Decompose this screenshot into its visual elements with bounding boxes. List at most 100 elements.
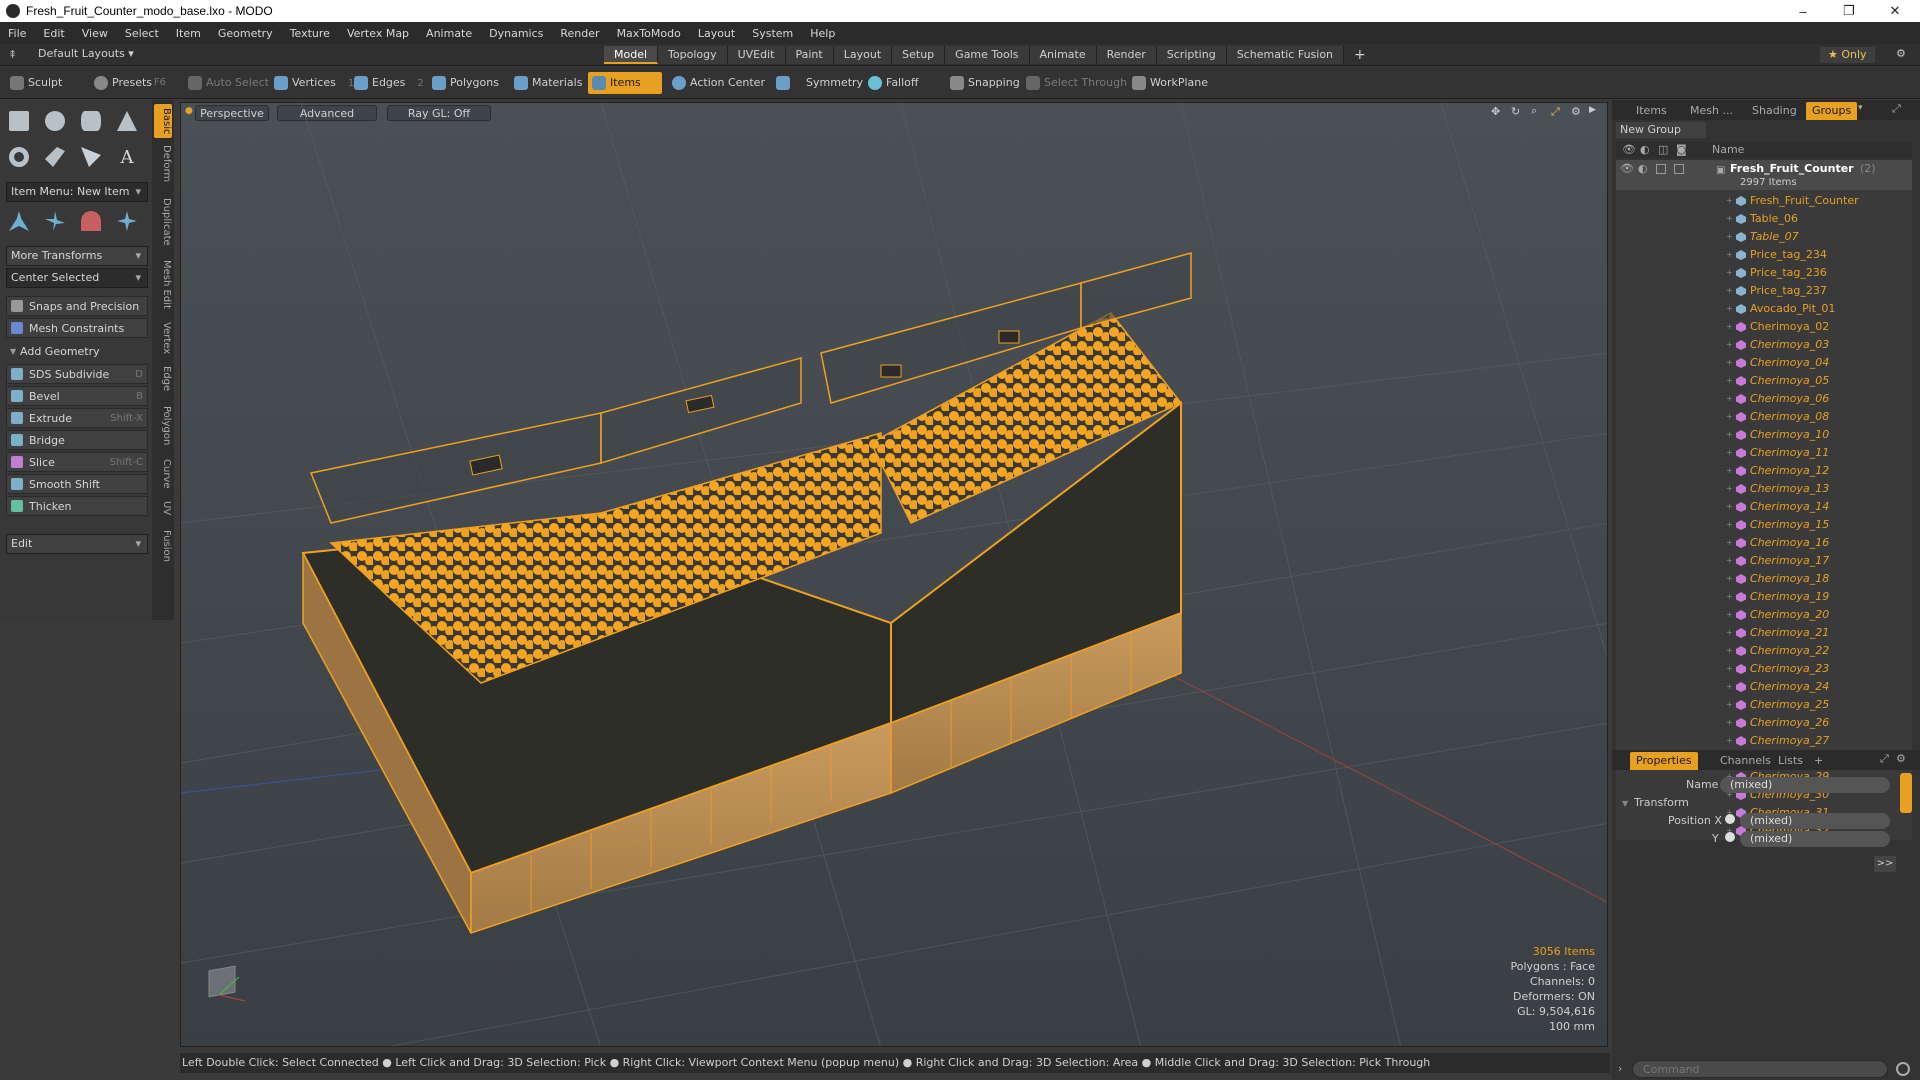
menu-vertex-map[interactable]: Vertex Map — [347, 27, 409, 40]
layout-home-icon[interactable]: ⇞ — [8, 48, 17, 61]
group-member-row[interactable]: + Cherimoya_10 — [1616, 426, 1912, 444]
expand-icon[interactable]: + — [1726, 552, 1733, 570]
vtab-fusion[interactable]: Fusion — [154, 528, 172, 564]
tab-layout[interactable]: Layout — [833, 46, 893, 64]
sphere-primitive-button[interactable] — [40, 106, 70, 136]
more-transforms-dropdown[interactable]: More Transforms — [6, 246, 148, 266]
expand-icon[interactable]: + — [1726, 462, 1733, 480]
sculpt-button[interactable]: Sculpt — [6, 72, 68, 94]
menu-dynamics[interactable]: Dynamics — [489, 27, 543, 40]
expand-icon[interactable]: + — [1726, 390, 1733, 408]
rotate-tool-button[interactable] — [40, 206, 70, 236]
expand-icon[interactable]: + — [1726, 264, 1733, 282]
minimize-button[interactable]: – — [1780, 0, 1826, 22]
group-member-row[interactable]: + Cherimoya_23 — [1616, 660, 1912, 678]
menu-layout[interactable]: Layout — [698, 27, 735, 40]
vtab-polygon[interactable]: Polygon — [154, 404, 172, 448]
menu-edit[interactable]: Edit — [43, 27, 64, 40]
group-member-row[interactable]: + Cherimoya_12 — [1616, 462, 1912, 480]
group-member-row[interactable]: + Cherimoya_20 — [1616, 606, 1912, 624]
symmetry-button[interactable]: Symmetry — [772, 72, 869, 94]
expand-icon[interactable]: + — [1726, 678, 1733, 696]
tab-shading[interactable]: Shading — [1746, 102, 1803, 120]
expand-icon[interactable]: + — [1726, 588, 1733, 606]
expand-icon[interactable]: + — [1726, 660, 1733, 678]
scale-tool-button[interactable] — [76, 206, 106, 236]
menu-item[interactable]: Item — [176, 27, 201, 40]
edit-dropdown[interactable]: Edit — [6, 534, 148, 554]
cone-primitive-button[interactable] — [112, 106, 142, 136]
group-member-row[interactable]: + Cherimoya_16 — [1616, 534, 1912, 552]
expand-icon[interactable]: + — [1726, 570, 1733, 588]
add-geometry-header[interactable]: ▼ Add Geometry — [6, 342, 148, 362]
vtab-deform[interactable]: Deform — [154, 144, 172, 184]
menu-view[interactable]: View — [82, 27, 108, 40]
vertices-button[interactable]: Vertices 1 — [270, 72, 360, 94]
tab-game-tools[interactable]: Game Tools — [945, 46, 1030, 64]
menu-select[interactable]: Select — [125, 27, 159, 40]
group-member-row[interactable]: + Cherimoya_05 — [1616, 372, 1912, 390]
group-member-row[interactable]: + Fresh_Fruit_Counter — [1616, 192, 1912, 210]
bridge-button[interactable]: Bridge — [6, 430, 148, 450]
expand-icon[interactable]: + — [1726, 516, 1733, 534]
thicken-button[interactable]: Thicken — [6, 496, 148, 516]
group-member-row[interactable]: + Cherimoya_06 — [1616, 390, 1912, 408]
expand-icon[interactable]: + — [1726, 732, 1733, 750]
group-member-row[interactable]: + Cherimoya_21 — [1616, 624, 1912, 642]
expand-icon[interactable]: + — [1726, 210, 1733, 228]
visibility-toggle-icon[interactable]: 👁 — [1620, 160, 1634, 178]
vtab-mesh-edit[interactable]: Mesh Edit — [154, 258, 172, 310]
tab-properties[interactable]: Properties — [1630, 752, 1698, 770]
properties-expand-icon[interactable]: ⤢ — [1880, 752, 1889, 766]
extrude-button[interactable]: Extrude Shift-X — [6, 408, 148, 428]
polygons-button[interactable]: Polygons — [428, 72, 505, 94]
tab-paint[interactable]: Paint — [785, 46, 834, 64]
edges-button[interactable]: Edges 2 — [350, 72, 430, 94]
cube-primitive-button[interactable] — [4, 106, 34, 136]
sds-subdivide-button[interactable]: SDS Subdivide D — [6, 364, 148, 384]
group-member-row[interactable]: + Table_06 — [1616, 210, 1912, 228]
cylinder-primitive-button[interactable] — [76, 106, 106, 136]
pen-tool-button[interactable] — [76, 142, 106, 172]
group-member-row[interactable]: + Cherimoya_11 — [1616, 444, 1912, 462]
group-member-row[interactable]: + Cherimoya_04 — [1616, 354, 1912, 372]
expand-icon[interactable]: + — [1726, 426, 1733, 444]
select-through-button[interactable]: Select Through — [1022, 72, 1133, 94]
move-tool-button[interactable] — [4, 206, 34, 236]
expand-icon[interactable]: + — [1726, 372, 1733, 390]
text-tool-button[interactable]: A — [112, 142, 142, 172]
group-member-row[interactable]: + Cherimoya_24 — [1616, 678, 1912, 696]
expand-icon[interactable]: + — [1726, 714, 1733, 732]
group-member-row[interactable]: + Cherimoya_14 — [1616, 498, 1912, 516]
menu-maxtomodo[interactable]: MaxToModo — [617, 27, 681, 40]
add-panel-tab[interactable]: + — [1808, 752, 1829, 770]
group-member-row[interactable]: + Cherimoya_26 — [1616, 714, 1912, 732]
position-y-anim-dot[interactable] — [1725, 832, 1735, 842]
expand-icon[interactable]: + — [1726, 606, 1733, 624]
vtab-uv[interactable]: UV — [154, 498, 172, 518]
expand-icon[interactable]: + — [1726, 498, 1733, 516]
presets-button[interactable]: Presets F6 — [90, 72, 170, 94]
tab-scripting[interactable]: Scripting — [1156, 46, 1227, 64]
group-member-row[interactable]: + Cherimoya_13 — [1616, 480, 1912, 498]
group-member-row[interactable]: + Cherimoya_25 — [1616, 696, 1912, 714]
close-button[interactable]: ✕ — [1872, 0, 1918, 22]
menu-render[interactable]: Render — [560, 27, 599, 40]
group-member-row[interactable]: + Price_tag_234 — [1616, 246, 1912, 264]
name-column-header[interactable]: Name — [1712, 142, 1744, 158]
3d-viewport[interactable]: ● Perspective Advanced Ray GL: Off ✥ ↻ ⌕… — [180, 102, 1608, 1047]
command-input[interactable] — [1632, 1060, 1888, 1078]
tab-mesh[interactable]: Mesh ... — [1684, 102, 1739, 120]
group-member-row[interactable]: + Cherimoya_18 — [1616, 570, 1912, 588]
group-member-row[interactable]: + Cherimoya_22 — [1616, 642, 1912, 660]
item-menu-dropdown[interactable]: Item Menu: New Item — [6, 182, 148, 202]
tab-uvedit[interactable]: UVEdit — [727, 46, 786, 64]
properties-scrollbar[interactable] — [1900, 773, 1912, 813]
tab-lists[interactable]: Lists — [1772, 752, 1809, 770]
transform-section[interactable]: ▼ Transform — [1622, 794, 1689, 812]
menu-file[interactable]: File — [8, 27, 26, 40]
add-tab-button[interactable]: + — [1344, 46, 1376, 64]
group-member-row[interactable]: + Price_tag_237 — [1616, 282, 1912, 300]
position-x-anim-dot[interactable] — [1725, 814, 1735, 824]
expand-icon[interactable]: + — [1726, 444, 1733, 462]
